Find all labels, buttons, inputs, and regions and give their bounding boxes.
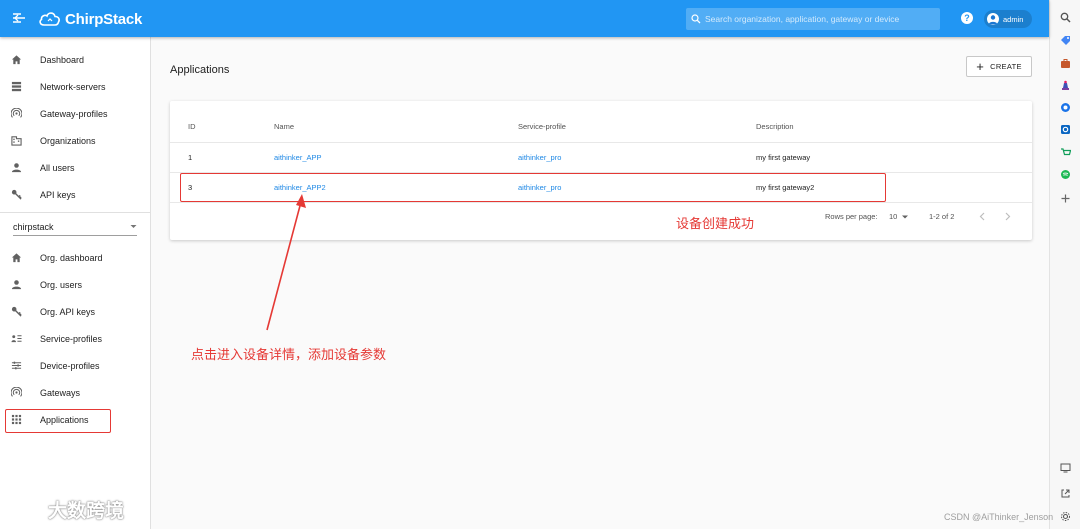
sidebar-item-label: Organizations: [40, 135, 96, 146]
click-annotation: 点击进入设备详情，添加设备参数: [191, 348, 387, 363]
sidebar-item-label: Network-servers: [40, 81, 106, 92]
organization-select-value: chirpstack: [13, 221, 54, 232]
server-icon: [10, 81, 22, 93]
watermark-icon: [8, 501, 45, 518]
page-title: Applications: [170, 64, 230, 76]
organization-select[interactable]: chirpstack: [13, 218, 137, 236]
tune-icon: [10, 360, 22, 372]
browser-sidebar: [1049, 0, 1080, 529]
sidebar-item-label: Gateway-profiles: [40, 108, 108, 119]
sidebar-item-org-users[interactable]: Org. users: [0, 271, 150, 298]
search-icon[interactable]: [1060, 12, 1071, 23]
home-icon: [10, 54, 22, 66]
search-icon: [691, 14, 701, 24]
sidebar-item-organizations[interactable]: Organizations: [0, 127, 150, 154]
gear-icon[interactable]: [1060, 511, 1071, 522]
user-name: admin: [1003, 14, 1024, 24]
applications-highlight: [5, 409, 111, 433]
sidebar-item-gateway-profiles[interactable]: Gateway-profiles: [0, 100, 150, 127]
chirpstack-logo[interactable]: ChirpStack: [38, 8, 142, 30]
chevron-down-icon: [902, 215, 909, 218]
building-icon: [10, 135, 22, 147]
sidebar-item-all-users[interactable]: All users: [0, 154, 150, 181]
signal-icon: [10, 108, 22, 120]
column-header-service-profile[interactable]: Service-profile: [518, 122, 566, 131]
cell-id: 1: [188, 153, 193, 162]
shopping-icon[interactable]: [1060, 147, 1071, 158]
next-page-icon[interactable]: [1005, 212, 1011, 223]
rows-per-page-label: Rows per page:: [825, 212, 878, 221]
chevron-down-icon: [130, 225, 137, 228]
person-icon: [10, 279, 22, 291]
rows-per-page-value: 10: [889, 212, 898, 221]
sidebar-item-gateways[interactable]: Gateways: [0, 379, 150, 406]
create-button-label: CREATE: [990, 62, 1022, 71]
cell-description: my first gateway: [756, 153, 811, 162]
column-header-id[interactable]: ID: [188, 122, 196, 131]
sidebar-item-label: Org. users: [40, 279, 83, 290]
key-icon: [10, 189, 22, 201]
add-icon[interactable]: [1060, 193, 1071, 204]
sidebar-divider: [0, 212, 150, 213]
home-icon: [10, 252, 22, 264]
sidebar-item-network-servers[interactable]: Network-servers: [0, 73, 150, 100]
create-button[interactable]: + CREATE: [966, 56, 1032, 77]
search-input[interactable]: [705, 14, 930, 24]
sidebar-item-org-dashboard[interactable]: Org. dashboard: [0, 244, 150, 271]
plus-icon: +: [976, 58, 985, 74]
sidebar: Dashboard Network-servers Gateway-profil…: [0, 37, 151, 529]
copilot-icon[interactable]: [1060, 102, 1071, 113]
sidebar-item-dashboard[interactable]: Dashboard: [0, 46, 150, 73]
watermark-text: 大数跨境: [48, 501, 125, 522]
briefcase-icon[interactable]: [1060, 58, 1071, 69]
sidebar-item-org-api-keys[interactable]: Org. API keys: [0, 298, 150, 325]
screen-share-icon[interactable]: [1060, 462, 1071, 473]
annotation-arrow: [266, 194, 306, 331]
created-annotation: 设备创建成功: [676, 217, 755, 232]
sidebar-item-api-keys[interactable]: API keys: [0, 181, 150, 208]
outlook-icon[interactable]: [1060, 124, 1071, 135]
column-header-description[interactable]: Description: [756, 122, 794, 131]
sidebar-item-label: Org. API keys: [40, 306, 96, 317]
sidebar-item-label: Dashboard: [40, 54, 85, 65]
key-icon: [10, 306, 22, 318]
external-link-icon[interactable]: [1060, 488, 1071, 499]
pagination-range: 1-2 of 2: [929, 212, 955, 221]
chess-icon[interactable]: [1060, 80, 1071, 91]
watermark-credit: CSDN @AiThinker_Jenson: [944, 512, 1054, 522]
column-header-name[interactable]: Name: [274, 122, 294, 131]
sidebar-item-label: Org. dashboard: [40, 252, 103, 263]
sidebar-item-label: Gateways: [40, 387, 81, 398]
list-icon: [10, 333, 22, 345]
spotify-icon[interactable]: [1060, 169, 1071, 180]
sidebar-item-service-profiles[interactable]: Service-profiles: [0, 325, 150, 352]
person-icon: [10, 162, 22, 174]
search-box[interactable]: [686, 8, 940, 30]
collapse-menu-icon[interactable]: [12, 11, 28, 27]
sidebar-item-device-profiles[interactable]: Device-profiles: [0, 352, 150, 379]
application-link[interactable]: aithinker_APP: [274, 153, 322, 162]
sidebar-item-label: Service-profiles: [40, 333, 103, 344]
help-icon[interactable]: ?: [961, 12, 973, 24]
sidebar-item-label: Device-profiles: [40, 360, 100, 371]
cloud-logo-icon: [39, 12, 60, 26]
watermark-logo: 大数跨境: [8, 496, 124, 523]
avatar-icon: [987, 13, 999, 25]
tag-icon[interactable]: [1060, 35, 1071, 46]
brand-name: ChirpStack: [65, 10, 143, 28]
rows-per-page-select[interactable]: 10: [889, 212, 909, 221]
service-profile-link[interactable]: aithinker_pro: [518, 153, 561, 162]
app-bar: ChirpStack ? admin: [0, 0, 1049, 37]
signal-icon: [10, 387, 22, 399]
user-menu[interactable]: admin: [984, 10, 1032, 28]
row-divider: [170, 142, 1032, 143]
previous-page-icon[interactable]: [979, 212, 985, 223]
sidebar-item-label: API keys: [40, 189, 76, 200]
sidebar-item-label: All users: [40, 162, 75, 173]
